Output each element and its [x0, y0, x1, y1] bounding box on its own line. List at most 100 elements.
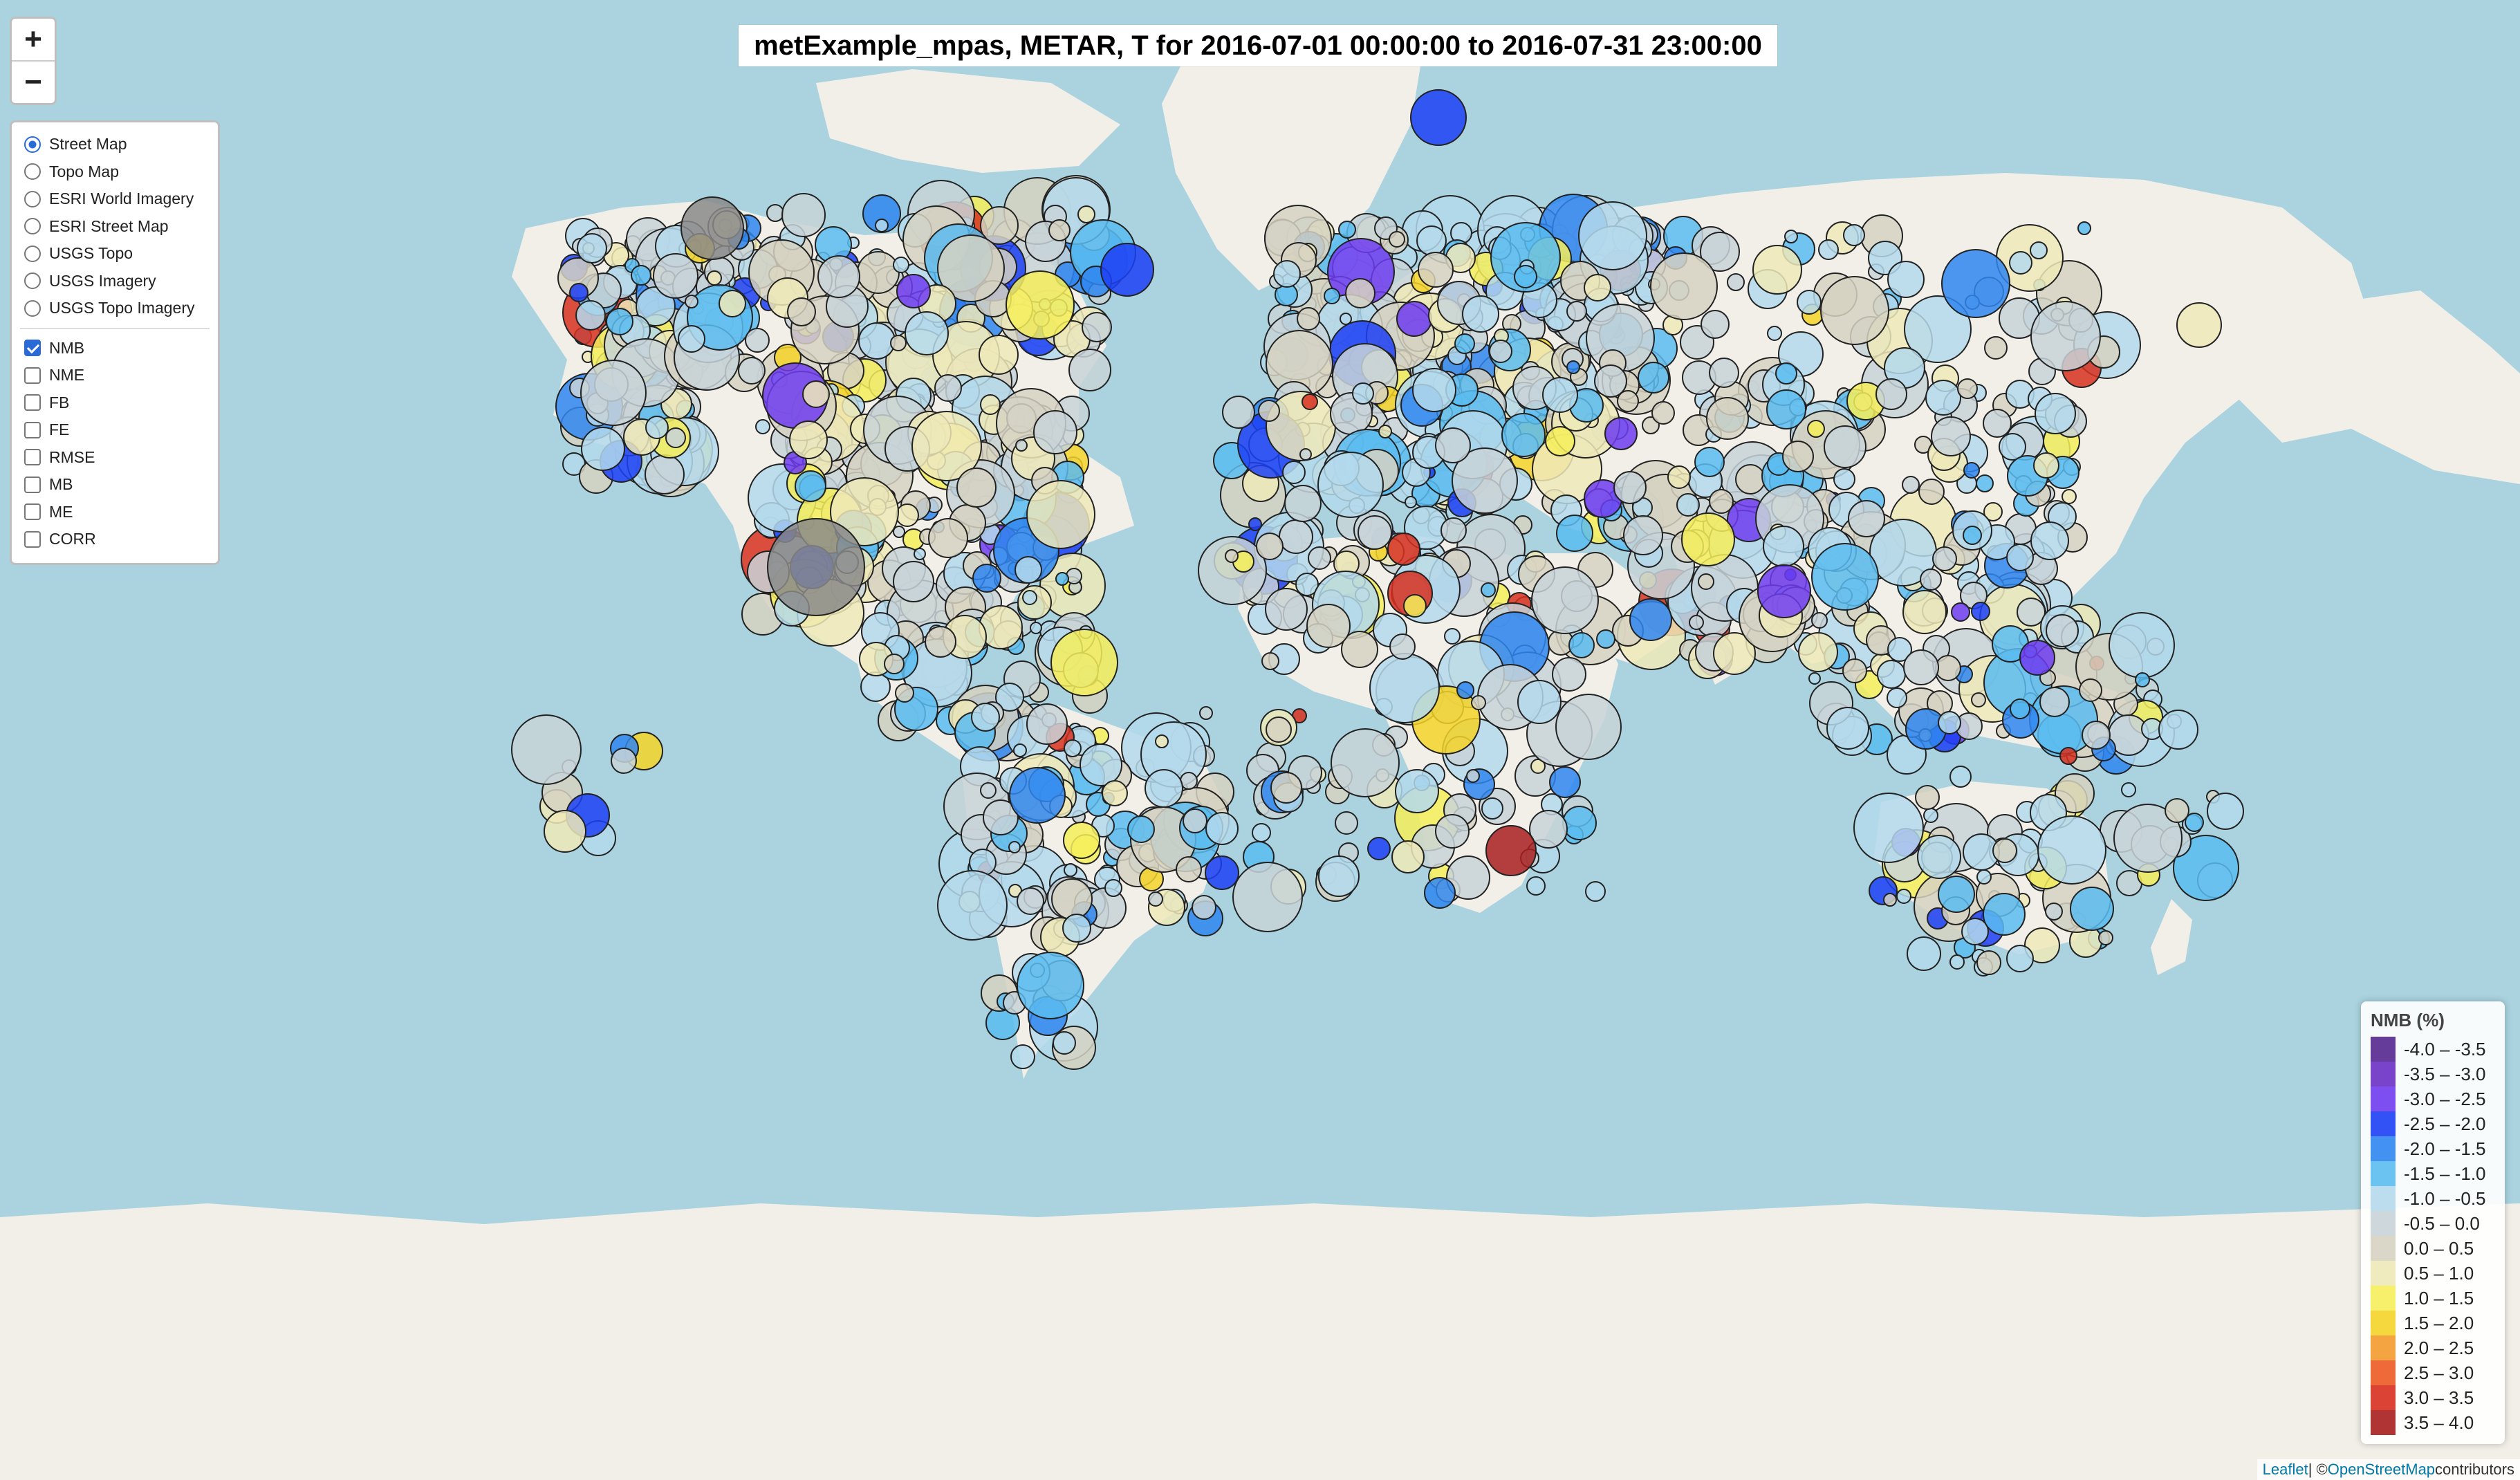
station-marker[interactable] [1077, 205, 1095, 223]
station-marker[interactable] [1279, 519, 1313, 554]
station-marker[interactable] [1030, 622, 1042, 634]
station-marker[interactable] [884, 654, 905, 674]
station-marker[interactable] [1053, 1031, 1076, 1055]
station-marker[interactable] [2059, 747, 2077, 765]
station-marker[interactable] [1009, 767, 1066, 824]
station-marker[interactable] [1062, 914, 1091, 943]
base-layer-usgs-imagery[interactable]: USGS Imagery [24, 268, 210, 295]
map-view[interactable]: metExample_mpas, METAR, T for 2016-07-01… [0, 0, 2520, 1480]
station-marker[interactable] [1456, 681, 1474, 699]
station-marker[interactable] [1026, 480, 1095, 549]
station-marker[interactable] [1585, 881, 1606, 902]
station-marker[interactable] [1963, 526, 1982, 545]
station-marker[interactable] [787, 297, 816, 326]
station-marker[interactable] [544, 810, 586, 853]
station-marker[interactable] [1017, 952, 1084, 1019]
station-marker[interactable] [1299, 448, 1312, 461]
station-marker[interactable] [1529, 810, 1568, 849]
station-marker[interactable] [1531, 566, 1599, 634]
station-marker[interactable] [1552, 657, 1586, 692]
checkbox-icon[interactable] [24, 340, 41, 357]
station-marker[interactable] [1935, 655, 1961, 681]
station-marker[interactable] [611, 748, 637, 774]
station-marker[interactable] [2109, 612, 2175, 678]
station-marker[interactable] [1026, 703, 1068, 745]
station-marker[interactable] [1907, 936, 1941, 971]
osm-link[interactable]: OpenStreetMap [2328, 1461, 2435, 1479]
station-marker[interactable] [1650, 252, 1718, 320]
station-marker[interactable] [1010, 1044, 1035, 1069]
station-marker[interactable] [1205, 855, 1239, 890]
station-marker[interactable] [1148, 891, 1163, 907]
station-marker[interactable] [581, 427, 625, 471]
station-marker[interactable] [1843, 224, 1865, 246]
station-marker[interactable] [896, 274, 931, 308]
station-marker[interactable] [1727, 273, 1745, 291]
station-marker[interactable] [2030, 241, 2048, 259]
station-marker[interactable] [1963, 462, 1980, 479]
station-marker[interactable] [1358, 515, 1392, 550]
station-marker[interactable] [1466, 769, 1480, 783]
station-marker[interactable] [2010, 699, 2030, 719]
station-marker[interactable] [1017, 887, 1044, 915]
station-marker[interactable] [766, 204, 784, 222]
station-marker[interactable] [1055, 572, 1069, 586]
station-marker[interactable] [1232, 862, 1303, 932]
station-marker[interactable] [1396, 301, 1432, 337]
station-marker[interactable] [1617, 390, 1639, 412]
station-marker[interactable] [738, 357, 766, 385]
station-marker[interactable] [2207, 793, 2244, 830]
station-marker[interactable] [1418, 252, 1454, 288]
station-marker[interactable] [781, 193, 826, 237]
station-marker[interactable] [1369, 653, 1440, 723]
station-marker[interactable] [1444, 628, 1461, 645]
checkbox-icon[interactable] [24, 476, 41, 493]
station-marker[interactable] [1549, 766, 1581, 798]
station-marker[interactable] [1562, 806, 1597, 840]
station-marker[interactable] [1410, 89, 1467, 146]
station-marker[interactable] [2135, 672, 2150, 687]
station-marker[interactable] [1584, 274, 1611, 302]
station-marker[interactable] [606, 308, 633, 335]
overlay-nmb[interactable]: NMB [24, 335, 210, 362]
station-marker[interactable] [1514, 265, 1537, 288]
station-marker[interactable] [1694, 447, 1725, 477]
station-marker[interactable] [755, 419, 770, 434]
station-marker[interactable] [1082, 312, 1112, 342]
station-marker[interactable] [2030, 521, 2069, 560]
station-marker[interactable] [1976, 869, 1992, 885]
station-marker[interactable] [1808, 672, 1821, 685]
station-marker[interactable] [1048, 219, 1071, 241]
station-marker[interactable] [914, 548, 926, 560]
station-marker[interactable] [1192, 895, 1216, 920]
station-marker[interactable] [1176, 856, 1202, 882]
station-marker[interactable] [1689, 615, 1704, 630]
station-marker[interactable] [1258, 400, 1280, 422]
station-marker[interactable] [1335, 811, 1358, 835]
station-marker[interactable] [2079, 678, 2102, 702]
station-marker[interactable] [1883, 893, 1897, 907]
station-marker[interactable] [1395, 769, 1439, 813]
station-marker[interactable] [893, 257, 909, 273]
overlay-fb[interactable]: FB [24, 389, 210, 417]
station-marker[interactable] [1435, 814, 1470, 849]
station-marker[interactable] [685, 295, 698, 308]
station-marker[interactable] [1199, 706, 1213, 720]
station-marker[interactable] [1976, 950, 2001, 975]
station-marker[interactable] [1811, 612, 1828, 629]
station-marker[interactable] [1556, 515, 1593, 552]
station-marker[interactable] [928, 518, 968, 558]
station-marker[interactable] [1252, 823, 1271, 842]
overlay-nme[interactable]: NME [24, 362, 210, 389]
station-marker[interactable] [1545, 426, 1575, 456]
checkbox-icon[interactable] [24, 449, 41, 466]
station-marker[interactable] [1265, 588, 1308, 631]
station-marker[interactable] [569, 283, 589, 302]
station-marker[interactable] [857, 251, 900, 294]
station-marker[interactable] [1440, 517, 1467, 544]
station-marker[interactable] [1623, 515, 1663, 555]
radio-icon[interactable] [24, 163, 41, 181]
station-marker[interactable] [511, 714, 582, 785]
station-marker[interactable] [745, 328, 770, 353]
checkbox-icon[interactable] [24, 530, 41, 548]
